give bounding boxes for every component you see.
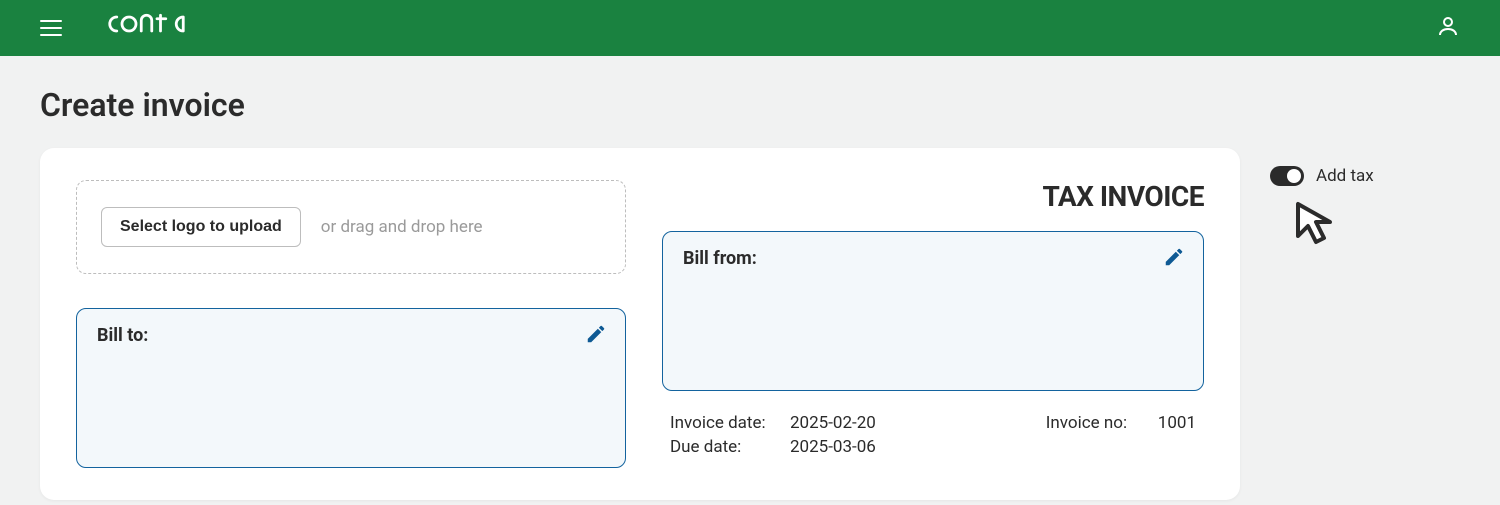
bill-from-label: Bill from: bbox=[683, 248, 1183, 269]
menu-icon[interactable] bbox=[40, 20, 62, 36]
invoice-date-value: 2025-02-20 bbox=[790, 413, 876, 433]
page-title: Create invoice bbox=[40, 86, 1500, 124]
drag-drop-text: or drag and drop here bbox=[321, 217, 483, 237]
invoice-heading: TAX INVOICE bbox=[662, 180, 1204, 213]
due-date-label: Due date: bbox=[670, 437, 778, 457]
bill-from-box[interactable]: Bill from: bbox=[662, 231, 1204, 391]
add-tax-toggle[interactable] bbox=[1270, 166, 1304, 186]
due-date-value: 2025-03-06 bbox=[790, 437, 876, 457]
select-logo-button[interactable]: Select logo to upload bbox=[101, 207, 301, 247]
invoice-no-row[interactable]: Invoice no: 1001 bbox=[1046, 413, 1196, 433]
main-area: Select logo to upload or drag and drop h… bbox=[0, 148, 1500, 500]
invoice-date-label: Invoice date: bbox=[670, 413, 778, 433]
side-controls: Add tax bbox=[1270, 148, 1374, 500]
invoice-card: Select logo to upload or drag and drop h… bbox=[40, 148, 1240, 500]
header-left bbox=[40, 10, 212, 46]
bill-to-label: Bill to: bbox=[97, 325, 605, 346]
invoice-no-value: 1001 bbox=[1158, 413, 1196, 433]
invoice-no-label: Invoice no: bbox=[1046, 413, 1146, 433]
due-date-row[interactable]: Due date: 2025-03-06 bbox=[670, 437, 876, 457]
cursor-arrow-icon bbox=[1288, 196, 1374, 256]
pencil-icon[interactable] bbox=[1163, 246, 1185, 272]
user-icon[interactable] bbox=[1436, 14, 1460, 42]
pencil-icon[interactable] bbox=[585, 323, 607, 349]
invoice-date-row[interactable]: Invoice date: 2025-02-20 bbox=[670, 413, 876, 433]
add-tax-row: Add tax bbox=[1270, 166, 1374, 186]
brand-logo[interactable] bbox=[102, 10, 212, 46]
add-tax-label: Add tax bbox=[1316, 166, 1374, 186]
bill-to-box[interactable]: Bill to: bbox=[76, 308, 626, 468]
app-header bbox=[0, 0, 1500, 56]
logo-upload-area[interactable]: Select logo to upload or drag and drop h… bbox=[76, 180, 626, 274]
invoice-meta: Invoice date: 2025-02-20 Due date: 2025-… bbox=[662, 413, 1204, 457]
